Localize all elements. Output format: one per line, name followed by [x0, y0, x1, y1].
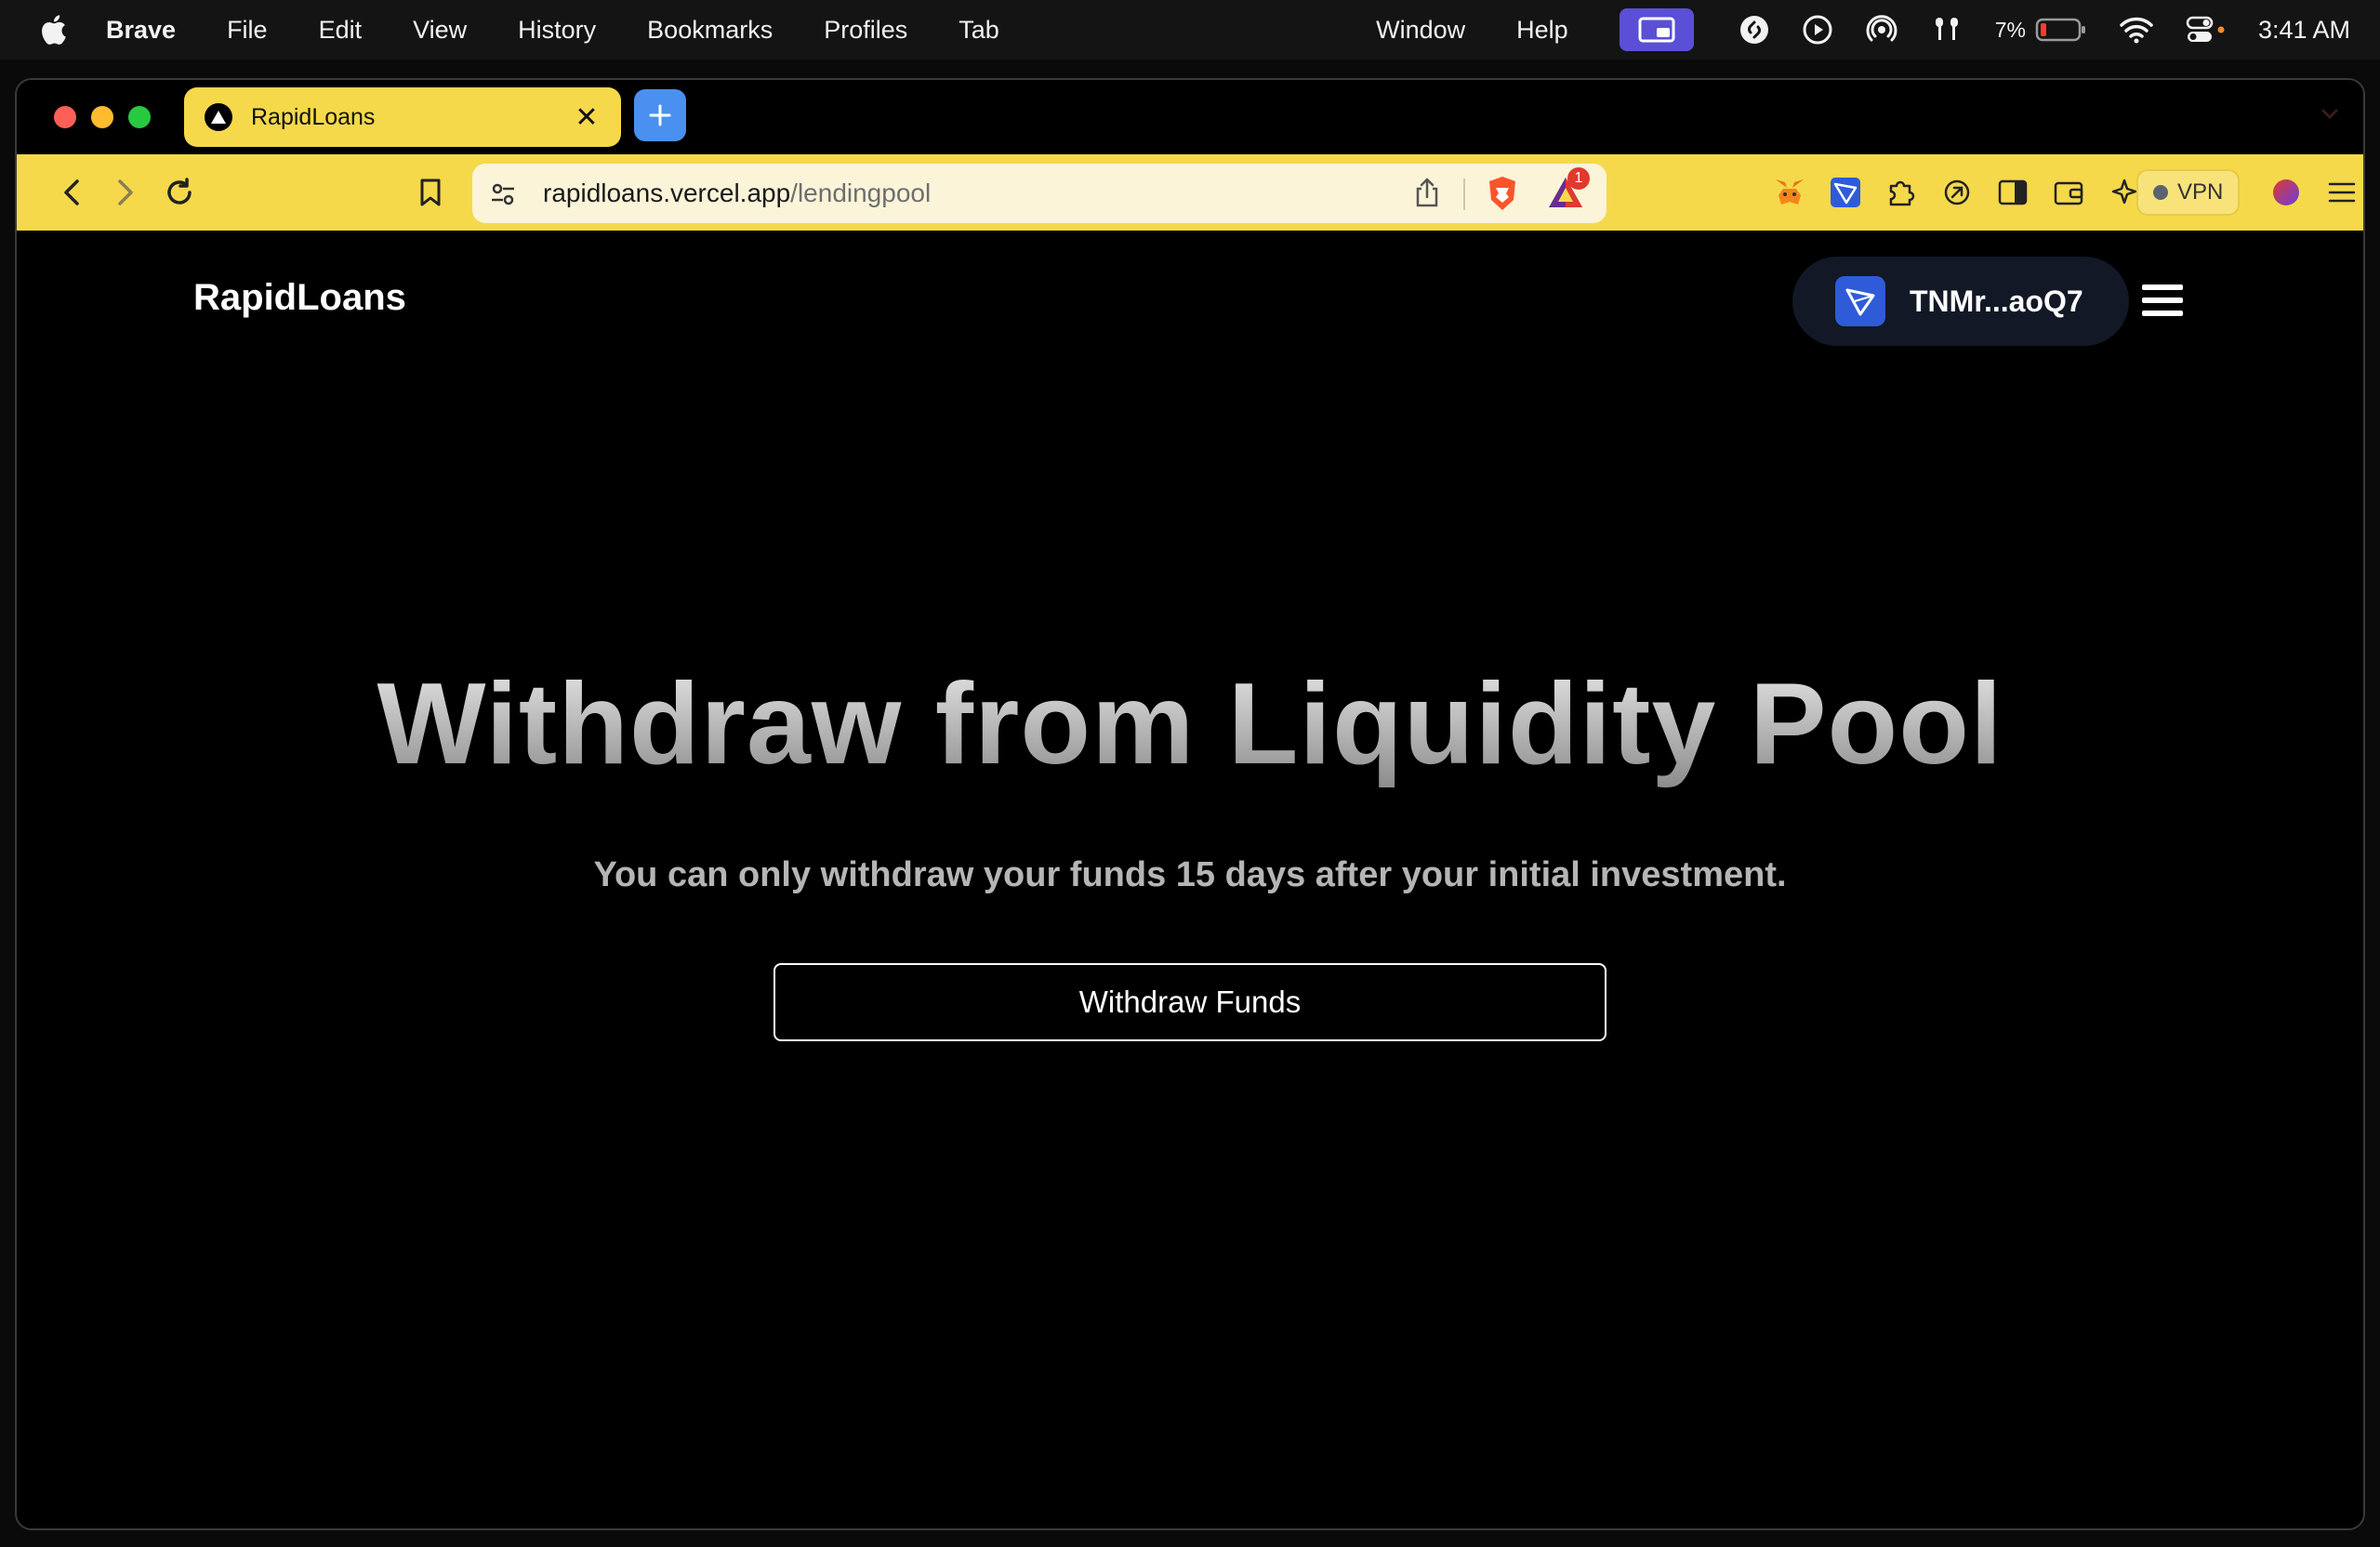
url-text[interactable]: rapidloans.vercel.app/lendingpool [543, 178, 931, 208]
wallet-address: TNMr...aoQ7 [1910, 284, 2083, 318]
forward-arrow-icon[interactable] [106, 173, 145, 212]
brave-shields-icon[interactable] [1486, 175, 1519, 217]
vpn-status-icon [2153, 185, 2168, 200]
tronlink-extension-icon[interactable] [1826, 173, 1865, 212]
site-settings-icon[interactable] [489, 180, 517, 213]
withdraw-funds-button[interactable]: Withdraw Funds [774, 963, 1606, 1041]
menu-view[interactable]: View [413, 16, 467, 45]
clock: 3:41 AM [2257, 15, 2350, 44]
screen-share-icon[interactable] [1619, 8, 1694, 51]
battery-percent: 7% [1994, 17, 2026, 42]
url-host: rapidloans.vercel.app [543, 178, 791, 207]
menu-bookmarks[interactable]: Bookmarks [647, 16, 773, 45]
tronlink-wallet-icon [1835, 276, 1885, 326]
vpn-button[interactable]: VPN [2136, 169, 2241, 216]
browser-window: RapidLoans ✕ rapidloans.vercel.app/lendi… [15, 78, 2365, 1530]
page-title: Withdraw from Liquidity Pool [17, 658, 2363, 790]
site-logo[interactable]: RapidLoans [193, 277, 406, 319]
zoom-window-button[interactable] [128, 106, 151, 128]
reload-icon[interactable] [160, 173, 199, 212]
airdrop-icon[interactable] [1865, 13, 1898, 46]
battery-icon[interactable] [2035, 17, 2087, 43]
menu-app-name[interactable]: Brave [106, 16, 176, 45]
menu-window[interactable]: Window [1376, 16, 1465, 45]
tab-close-icon[interactable]: ✕ [573, 101, 601, 134]
vercel-favicon-icon [205, 103, 232, 131]
page-subtitle: You can only withdraw your funds 15 days… [593, 855, 1787, 894]
metamask-extension-icon[interactable] [1770, 173, 1809, 212]
back-arrow-icon[interactable] [52, 173, 91, 212]
tab-search-chevron-icon[interactable] [2319, 104, 2341, 127]
tab-strip: RapidLoans ✕ [17, 80, 2363, 154]
share-icon[interactable] [1413, 177, 1441, 213]
menu-profiles[interactable]: Profiles [824, 16, 907, 45]
menu-file[interactable]: File [227, 16, 268, 45]
menu-help[interactable]: Help [1516, 16, 1568, 45]
hamburger-menu-icon[interactable] [2142, 284, 2183, 316]
shazam-icon[interactable] [1739, 14, 1770, 46]
airpods-icon[interactable] [1930, 14, 1964, 46]
bookmark-icon[interactable] [411, 173, 450, 212]
tab-rapidloans[interactable]: RapidLoans ✕ [184, 87, 621, 147]
play-icon[interactable] [1802, 14, 1833, 46]
close-window-button[interactable] [54, 106, 76, 128]
address-bar-divider [1463, 178, 1465, 210]
minimize-window-button[interactable] [91, 106, 113, 128]
browser-toolbar: rapidloans.vercel.app/lendingpool 1 VPN [17, 154, 2363, 231]
leo-sync-icon[interactable] [1937, 173, 1977, 212]
apple-icon[interactable] [39, 14, 76, 46]
url-path: /lendingpool [790, 178, 932, 207]
tab-title: RapidLoans [251, 103, 376, 130]
vpn-label: VPN [2177, 179, 2224, 205]
sidebar-toggle-icon[interactable] [1993, 173, 2032, 212]
wifi-icon[interactable] [2119, 16, 2154, 44]
menu-history[interactable]: History [518, 16, 596, 45]
menubar-status-area: Window Help 7% 3:41 AM [1376, 0, 2380, 60]
menu-tab[interactable]: Tab [959, 16, 999, 45]
app-menu-icon[interactable] [2322, 173, 2361, 212]
rewards-badge: 1 [1567, 167, 1590, 190]
address-bar[interactable]: rapidloans.vercel.app/lendingpool 1 [472, 164, 1606, 223]
menu-edit[interactable]: Edit [319, 16, 363, 45]
web-page: RapidLoans TNMr...aoQ7 Withdraw from Liq… [17, 231, 2363, 1528]
wallet-icon[interactable] [2049, 173, 2088, 212]
new-tab-button[interactable] [634, 89, 686, 141]
wallet-connect-button[interactable]: TNMr...aoQ7 [1792, 257, 2129, 346]
macos-menubar: Brave File Edit View History Bookmarks P… [0, 0, 2380, 60]
extensions-puzzle-icon[interactable] [1882, 173, 1921, 212]
control-center-icon[interactable] [2186, 14, 2227, 46]
profile-avatar-icon[interactable] [2267, 173, 2306, 212]
